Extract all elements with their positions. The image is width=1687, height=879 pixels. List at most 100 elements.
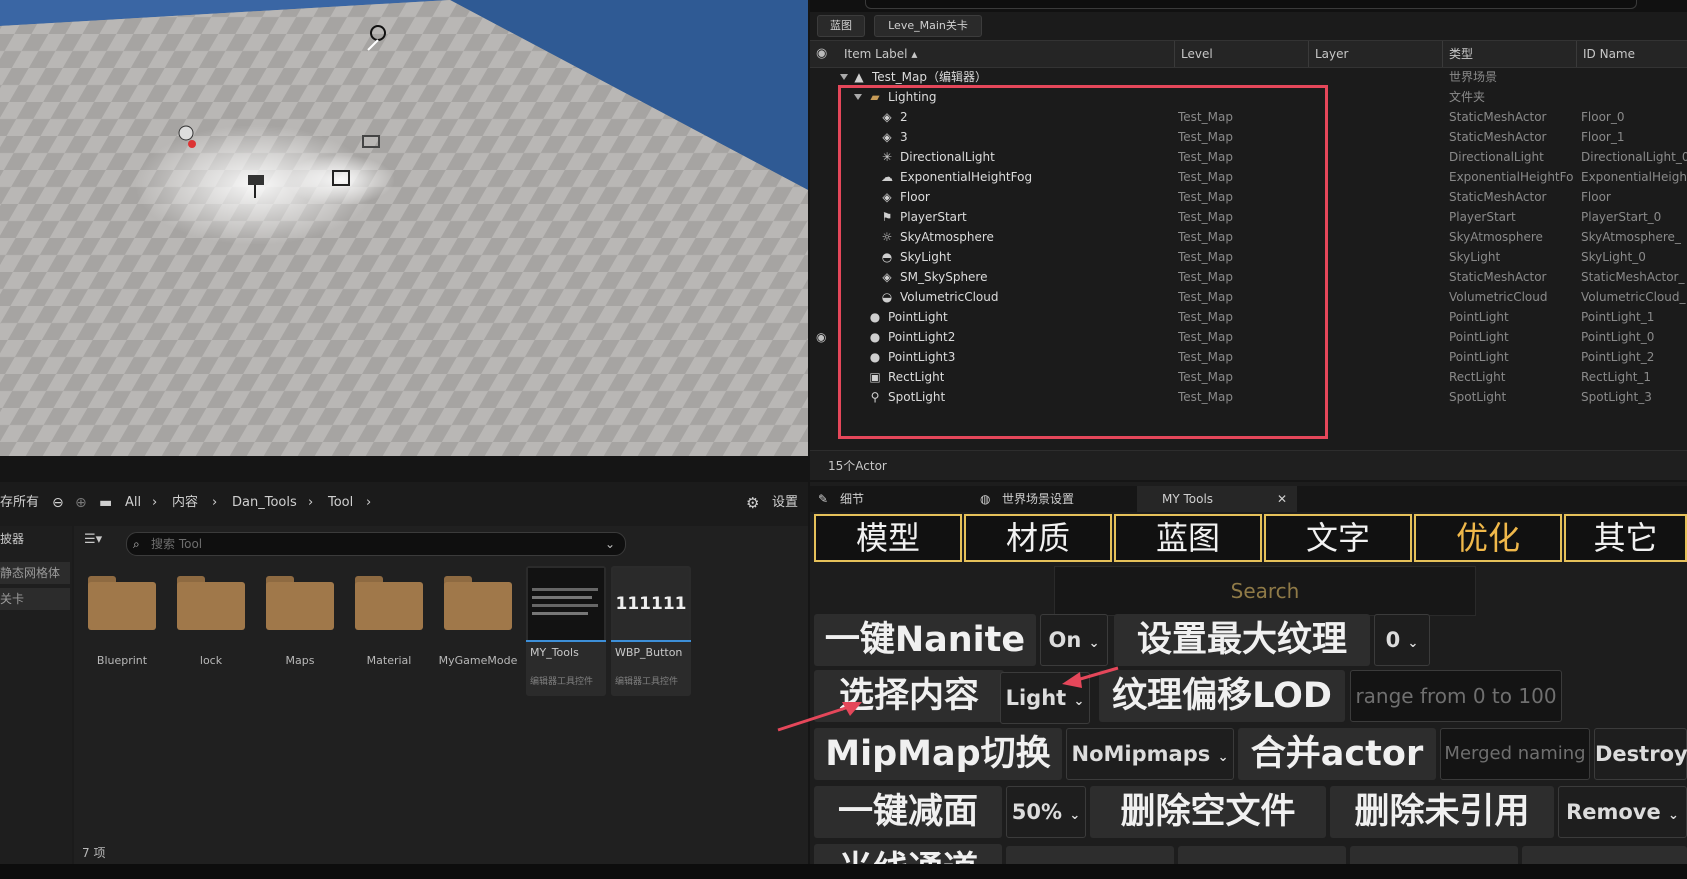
forward-icon[interactable]: ⊕: [75, 482, 87, 524]
tool-search-input[interactable]: Search: [1054, 566, 1476, 616]
row-type: SkyLight: [1449, 250, 1501, 264]
merged-naming-input[interactable]: Merged naming: [1440, 728, 1590, 780]
row-id-name: DirectionalLight_0: [1581, 150, 1687, 164]
remove-dropdown[interactable]: Remove ⌄: [1558, 786, 1687, 838]
folder-item[interactable]: lock: [171, 568, 251, 668]
breadcrumb-tool[interactable]: Tool: [328, 482, 353, 524]
pencil-icon: ✎: [818, 492, 829, 506]
column-layer[interactable]: Layer: [1308, 41, 1434, 67]
search-icon: ⌕: [133, 537, 140, 551]
tab-level[interactable]: Leve_Main关卡: [874, 15, 982, 37]
folder-item[interactable]: Maps: [260, 568, 340, 668]
actor-count: 15个Actor: [810, 450, 1687, 480]
breadcrumb-content[interactable]: 内容: [172, 482, 198, 524]
row-type: PointLight: [1449, 350, 1509, 364]
lod-range-input[interactable]: range from 0 to 100: [1350, 670, 1562, 722]
chevron-down-icon: ⌄: [1088, 636, 1100, 651]
category-text[interactable]: 文字: [1264, 514, 1412, 562]
content-browser: 存所有 ⊖ ⊕ ▬ All › 内容 › Dan_Tools › Tool › …: [0, 482, 808, 879]
highlight-box: [838, 85, 1328, 439]
content-browser-sources: 披器 静态网格体 关卡: [0, 526, 72, 869]
folder-item[interactable]: MyGameMode: [438, 568, 518, 668]
breadcrumb-chevron-icon: ›: [152, 495, 158, 510]
details-tab-bar: ✎ 细节 ◍ 世界场景设置 MY Tools ✕: [810, 486, 1687, 512]
tab-details[interactable]: 细节: [840, 486, 864, 512]
outliner-search-input[interactable]: [865, 0, 1637, 9]
folder-name: Maps: [285, 654, 315, 667]
destroy-dropdown[interactable]: Destroy ⌄: [1594, 728, 1687, 780]
tab-blueprint[interactable]: 蓝图: [817, 15, 865, 37]
eye-icon[interactable]: ◉: [816, 41, 827, 67]
reduce-percent-dropdown[interactable]: 50% ⌄: [1006, 786, 1086, 838]
mipmap-value: NoMipmaps: [1071, 742, 1211, 766]
item-count: 7 项: [82, 846, 106, 860]
map-icon: ▲: [854, 70, 864, 84]
outliner-tab-bar: 蓝图 Leve_Main关卡: [810, 12, 1687, 38]
row-id-name: PointLight_0: [1581, 330, 1655, 344]
category-model[interactable]: 模型: [814, 514, 962, 562]
folder-item[interactable]: Material: [349, 568, 429, 668]
filter-icon[interactable]: ☰▾: [84, 532, 102, 547]
row-type: PointLight: [1449, 310, 1509, 324]
nanite-dropdown-value: On: [1048, 628, 1082, 652]
expand-arrow-icon[interactable]: [840, 74, 848, 80]
close-icon[interactable]: ✕: [1277, 486, 1287, 512]
one-click-reduce-button[interactable]: 一键减面: [814, 786, 1002, 838]
column-type[interactable]: 类型: [1442, 41, 1576, 67]
chevron-down-icon: ⌄: [1217, 750, 1229, 765]
asset-thumbnail: 111111: [613, 568, 689, 640]
remove-value: Remove: [1566, 800, 1661, 824]
asset-thumbnail: [528, 568, 604, 640]
max-texture-dropdown[interactable]: 0 ⌄: [1374, 614, 1430, 666]
row-type: 世界场景: [1449, 70, 1498, 84]
row-type: StaticMeshActor: [1449, 190, 1547, 204]
category-material[interactable]: 材质: [964, 514, 1112, 562]
thumbnail-text: 111111: [615, 594, 687, 614]
delete-empty-folders-button[interactable]: 删除空文件: [1090, 786, 1326, 838]
category-optimize[interactable]: 优化: [1414, 514, 1562, 562]
destroy-value: Destroy: [1595, 742, 1687, 766]
column-level[interactable]: Level: [1174, 41, 1300, 67]
source-filter[interactable]: 披器: [0, 528, 70, 550]
folder-item[interactable]: Blueprint: [82, 568, 162, 668]
breadcrumb-all[interactable]: All: [125, 482, 141, 524]
filter-static-mesh[interactable]: 静态网格体: [0, 562, 70, 584]
tab-world-settings[interactable]: 世界场景设置: [1002, 486, 1074, 512]
row-id-name: PointLight_2: [1581, 350, 1655, 364]
asset-search-input[interactable]: ⌕ 搜索 Tool ⌄: [126, 532, 626, 556]
row-id-name: ExponentialHeigh: [1581, 170, 1687, 184]
eye-icon[interactable]: ◉: [816, 330, 832, 344]
filter-level[interactable]: 关卡: [0, 588, 70, 610]
column-item-label[interactable]: Item Label ▴: [838, 41, 1148, 67]
breadcrumb-dan-tools[interactable]: Dan_Tools: [232, 482, 297, 524]
row-type: 文件夹: [1449, 90, 1486, 104]
level-viewport[interactable]: [0, 0, 808, 456]
texture-lod-bias-button[interactable]: 纹理偏移LOD: [1099, 670, 1345, 722]
asset-my-tools[interactable]: MY_Tools 编辑器工具控件: [526, 566, 606, 696]
row-id-name: RectLight_1: [1581, 370, 1652, 384]
breadcrumb-chevron-icon: ›: [366, 495, 372, 510]
back-icon[interactable]: ⊖: [52, 482, 64, 524]
annotation-arrows: [777, 666, 1119, 732]
breadcrumb-chevron-icon: ›: [308, 495, 314, 510]
category-other[interactable]: 其它: [1564, 514, 1687, 562]
row-type: PointLight: [1449, 330, 1509, 344]
category-blueprint[interactable]: 蓝图: [1114, 514, 1262, 562]
tab-my-tools[interactable]: MY Tools ✕: [1137, 486, 1297, 512]
settings-button[interactable]: 设置: [772, 482, 798, 524]
delete-unreferenced-button[interactable]: 删除未引用: [1330, 786, 1554, 838]
row-type: SkyAtmosphere: [1449, 230, 1543, 244]
one-click-nanite-button[interactable]: 一键Nanite: [814, 614, 1036, 666]
row-id-name: Floor: [1581, 190, 1611, 204]
row-id-name: PlayerStart_0: [1581, 210, 1662, 224]
nanite-dropdown[interactable]: On ⌄: [1040, 614, 1108, 666]
asset-wbp-button[interactable]: 111111 WBP_Button 编辑器工具控件: [611, 566, 691, 696]
set-max-texture-button[interactable]: 设置最大纹理: [1114, 614, 1370, 666]
save-all-button[interactable]: 存所有: [0, 482, 39, 524]
merge-actor-button[interactable]: 合并actor: [1238, 728, 1436, 780]
folder-icon: [444, 582, 512, 630]
outliner-row[interactable]: ▲ Test_Map（编辑器） 世界场景: [810, 67, 1687, 87]
gear-icon[interactable]: ⚙: [746, 482, 759, 524]
row-type: SpotLight: [1449, 390, 1507, 404]
column-id-name[interactable]: ID Name: [1576, 41, 1687, 67]
